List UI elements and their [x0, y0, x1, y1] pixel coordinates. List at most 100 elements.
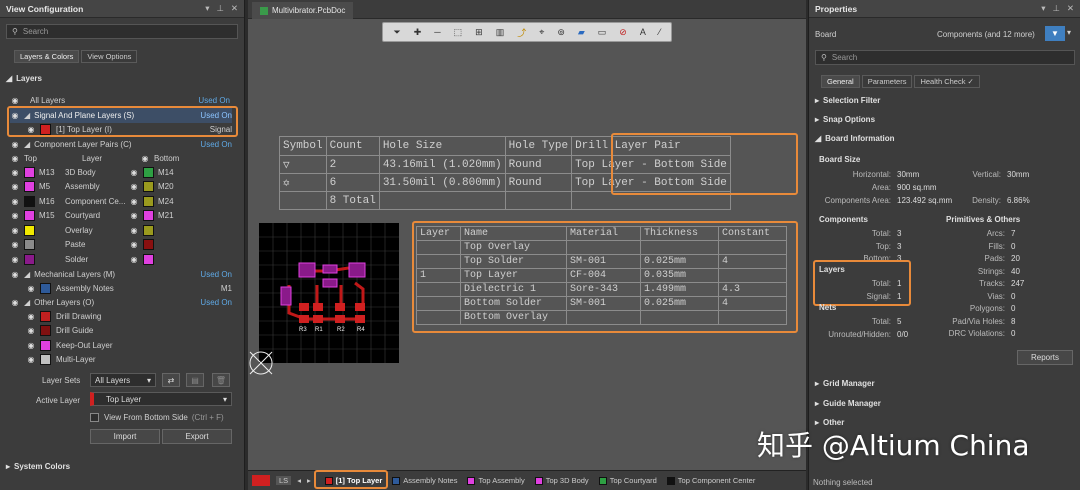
select-rect-icon[interactable]: ⬚ [454, 27, 463, 38]
active-layer-select[interactable]: Top Layer ▾ [90, 392, 232, 406]
view-bottom-row[interactable]: View From Bottom Side (Ctrl + F) [90, 410, 240, 425]
layer-color-swatch[interactable] [24, 224, 35, 236]
via-icon[interactable]: ⊚ [557, 27, 565, 38]
layer-color-swatch[interactable] [143, 224, 154, 236]
layer-color-swatch[interactable] [143, 210, 154, 222]
used-on-link[interactable]: Used On [200, 270, 232, 279]
tab-view-options[interactable]: View Options [81, 50, 138, 63]
route-icon[interactable]: ✚ [414, 27, 422, 38]
layer-color-swatch[interactable] [40, 339, 51, 351]
export-button[interactable]: Export [162, 429, 232, 444]
eye-icon[interactable]: ◉ [10, 154, 20, 163]
eye-icon[interactable]: ◉ [129, 182, 139, 191]
system-colors-section[interactable]: ▸ System Colors [6, 462, 70, 471]
eye-icon[interactable]: ◉ [129, 197, 139, 206]
layer-color-swatch[interactable] [40, 354, 51, 366]
layer-color-swatch[interactable] [24, 166, 35, 178]
layer-color-swatch[interactable] [143, 253, 154, 265]
eye-icon[interactable]: ◉ [10, 226, 20, 235]
pin-icon[interactable]: ⊥ [1052, 3, 1059, 14]
line-icon[interactable]: ─ [434, 27, 440, 37]
interactive-route-icon[interactable]: ⤴ [517, 26, 526, 39]
eye-icon[interactable]: ◉ [129, 226, 139, 235]
eye-icon[interactable]: ◉ [10, 240, 20, 249]
fill-icon[interactable]: ▰ [578, 27, 585, 38]
layer-color-swatch[interactable] [143, 166, 154, 178]
view-bottom-checkbox[interactable] [90, 412, 99, 422]
eye-icon[interactable]: ◉ [10, 140, 20, 149]
eye-icon[interactable]: ◉ [10, 168, 20, 177]
eye-icon[interactable]: ◉ [26, 341, 36, 350]
eye-icon[interactable]: ◉ [10, 270, 20, 279]
keepout-icon[interactable]: ⊘ [619, 27, 627, 38]
document-tab[interactable]: Multivibrator.PcbDoc [252, 2, 354, 19]
eye-icon[interactable]: ◉ [129, 255, 139, 264]
layer-set-manager-button[interactable]: ⇄ [162, 373, 180, 387]
layer-set-tab[interactable]: LS [276, 476, 292, 485]
layer-color-swatch[interactable] [24, 210, 35, 222]
component-icon[interactable]: ▥ [496, 27, 505, 38]
layer-pair-row[interactable]: ◉ M16 Component Ce... ◉ M24 [10, 194, 232, 209]
dimension-icon[interactable]: ⁄ [659, 27, 661, 37]
layer-pair-row[interactable]: ◉ M15 Courtyard ◉ M21 [10, 209, 232, 224]
other-layer-row[interactable]: ◉ Drill Drawing [10, 309, 232, 324]
polygon-icon[interactable]: ▭ [598, 27, 607, 38]
layer-pair-row[interactable]: ◉ Overlay ◉ [10, 223, 232, 238]
dropdown-icon[interactable]: ▾ [1041, 3, 1045, 14]
differential-pair-icon[interactable]: ⌖ [539, 27, 544, 38]
layers-section-header[interactable]: ◢ Layers [6, 74, 42, 83]
grid-manager-section[interactable]: ▸ Grid Manager [815, 379, 875, 388]
layer-color-swatch[interactable] [143, 195, 154, 207]
layer-color-swatch[interactable] [40, 325, 51, 337]
layer-color-swatch[interactable] [24, 195, 35, 207]
layer-pair-row[interactable]: ◉ Paste ◉ [10, 238, 232, 253]
chevron-down-icon[interactable]: ▾ [1067, 28, 1071, 37]
mechanical-group-row[interactable]: ◉ ◢ Mechanical Layers (M) Used On [10, 267, 233, 282]
layer-color-swatch[interactable] [24, 239, 35, 251]
current-layer-color[interactable] [252, 475, 270, 486]
layer-color-swatch[interactable] [24, 181, 35, 193]
snap-options-section[interactable]: ▸ Snap Options [815, 115, 875, 124]
pin-icon[interactable]: ⊥ [216, 3, 223, 14]
other-layer-row[interactable]: ◉ Multi-Layer [10, 353, 232, 368]
eye-icon[interactable]: ◉ [10, 255, 20, 264]
layer-color-swatch[interactable] [40, 123, 51, 135]
filter-button[interactable]: ▼ [1045, 26, 1065, 41]
reports-button[interactable]: Reports [1017, 350, 1073, 365]
layer-color-swatch[interactable] [40, 282, 51, 294]
eye-icon[interactable]: ◉ [129, 211, 139, 220]
eye-icon[interactable]: ◉ [10, 197, 20, 206]
used-on-link[interactable]: Used On [200, 111, 232, 120]
eye-icon[interactable]: ◉ [10, 96, 20, 105]
delete-set-icon[interactable]: 🗑 [212, 373, 230, 387]
used-on-link[interactable]: Used On [200, 298, 232, 307]
tab-parameters[interactable]: Parameters [861, 75, 913, 88]
board-information-section[interactable]: ◢ Board Information [815, 134, 895, 143]
eye-icon[interactable]: ◉ [10, 111, 20, 120]
properties-search-input[interactable]: ⚲ Search [815, 50, 1075, 65]
text-icon[interactable]: A [640, 27, 646, 37]
tab-health-check[interactable]: Health Check ✓ [914, 75, 980, 88]
save-set-icon[interactable]: ▤ [186, 373, 204, 387]
signal-layers-group-row[interactable]: ◉ ◢ Signal And Plane Layers (S) Used On [10, 108, 232, 123]
layer-sets-select[interactable]: All Layers ▾ [90, 373, 156, 387]
eye-icon[interactable]: ◉ [10, 211, 20, 220]
layer-pair-row[interactable]: ◉ Solder ◉ [10, 252, 232, 267]
layer-tab[interactable]: Top 3D Body [534, 476, 589, 485]
dropdown-icon[interactable]: ▾ [205, 3, 209, 14]
assembly-notes-row[interactable]: ◉ Assembly Notes M1 [10, 281, 232, 296]
layers-search-input[interactable]: ⚲ Search [6, 24, 238, 39]
layer-color-swatch[interactable] [143, 239, 154, 251]
tab-general[interactable]: General [821, 75, 860, 88]
layer-pair-row[interactable]: ◉ M5 Assembly ◉ M20 [10, 180, 232, 195]
layer-tab[interactable]: Assembly Notes [392, 476, 457, 485]
other-layer-row[interactable]: ◉ Drill Guide [10, 324, 232, 339]
eye-icon[interactable]: ◉ [129, 240, 139, 249]
guide-manager-section[interactable]: ▸ Guide Manager [815, 399, 881, 408]
other-layer-row[interactable]: ◉ Keep-Out Layer [10, 338, 232, 353]
tab-layers-colors[interactable]: Layers & Colors [14, 50, 80, 63]
eye-icon[interactable]: ◉ [26, 312, 36, 321]
close-icon[interactable]: ✕ [1067, 3, 1074, 14]
layer-tab[interactable]: Top Assembly [467, 476, 525, 485]
filter-icon[interactable]: ⏷ [394, 27, 401, 38]
